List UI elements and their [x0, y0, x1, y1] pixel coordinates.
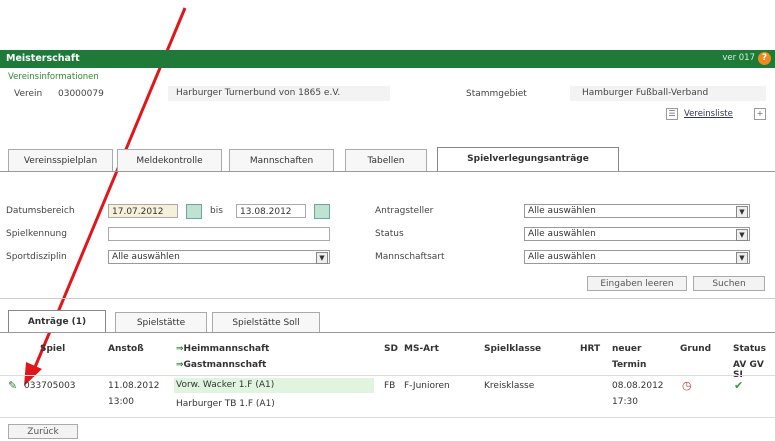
- window-title: Meisterschaft: [6, 53, 80, 64]
- bis-label: bis: [210, 206, 223, 216]
- tab-meldekontrolle[interactable]: Meldekontrolle: [117, 149, 222, 172]
- verein-label: Verein: [14, 89, 43, 99]
- chevron-down-icon[interactable]: ▼: [736, 229, 748, 241]
- verein-number: 03000079: [58, 89, 104, 99]
- spielkennung-label: Spielkennung: [6, 229, 67, 239]
- chevron-down-icon[interactable]: ▼: [736, 206, 748, 218]
- col-ms-art[interactable]: MS-Art: [404, 344, 439, 354]
- cell-heimmannschaft: Vorw. Wacker 1.F (A1): [174, 378, 374, 393]
- tab-spielstaette-soll[interactable]: Spielstätte Soll: [212, 312, 320, 333]
- antragsteller-select[interactable]: Alle auswählen ▼: [524, 204, 750, 218]
- antragsteller-value: Alle auswählen: [528, 206, 596, 216]
- window-titlebar: Meisterschaft ver 017 ?: [0, 50, 775, 68]
- col-grund[interactable]: Grund: [680, 344, 711, 354]
- header-divider: [0, 375, 775, 376]
- sportdisziplin-label: Sportdisziplin: [6, 252, 67, 262]
- status-value: Alle auswählen: [528, 229, 596, 239]
- col-anstoss[interactable]: Anstoß: [108, 344, 144, 354]
- datumsbereich-label: Datumsbereich: [6, 206, 75, 216]
- cell-spielklasse: Kreisklasse: [484, 381, 535, 391]
- table-row[interactable]: ✎ 033705003 11.08.2012 13:00 Vorw. Wacke…: [0, 377, 775, 415]
- expand-icon[interactable]: +: [754, 108, 766, 120]
- mannschaftsart-value: Alle auswählen: [528, 252, 596, 262]
- stammgebiet-value: Hamburger Fußball-Verband: [570, 86, 766, 101]
- sportdisziplin-select[interactable]: Alle auswählen ▼: [108, 250, 330, 264]
- col-gastmannschaft[interactable]: ⇒Gastmannschaft: [176, 360, 266, 370]
- mannschaftsart-label: Mannschaftsart: [375, 252, 445, 262]
- vereinsliste-link[interactable]: Vereinsliste: [684, 109, 733, 119]
- sportdisziplin-value: Alle auswählen: [112, 252, 180, 262]
- version-label: ver 017: [722, 53, 755, 63]
- search-button[interactable]: Suchen: [693, 276, 765, 291]
- edit-icon[interactable]: ✎: [8, 379, 17, 392]
- calendar-icon[interactable]: [186, 204, 202, 219]
- col-heimmannschaft[interactable]: ⇒Heimmannschaft: [176, 344, 269, 354]
- cell-neuer-time: 17:30: [612, 397, 638, 407]
- col-status[interactable]: Status: [733, 344, 766, 354]
- chevron-down-icon[interactable]: ▼: [736, 252, 748, 264]
- cell-neuer-date: 08.08.2012: [612, 381, 664, 391]
- checkmark-icon: ✔: [734, 379, 744, 392]
- filter-divider: [0, 298, 775, 299]
- tab-divider: [0, 171, 775, 172]
- col-spielklasse[interactable]: Spielklasse: [484, 344, 541, 354]
- tab-spielverlegungsantraege[interactable]: Spielverlegungsanträge: [437, 147, 619, 172]
- clock-icon: ◷: [682, 379, 692, 392]
- help-icon[interactable]: ?: [758, 52, 771, 65]
- col-termin[interactable]: Termin: [612, 360, 646, 370]
- cell-gastmannschaft: Harburger TB 1.F (A1): [176, 399, 275, 409]
- cell-anstoss-date: 11.08.2012: [108, 381, 160, 391]
- cell-anstoss-time: 13:00: [108, 397, 134, 407]
- calendar-icon[interactable]: [314, 204, 330, 219]
- chevron-down-icon[interactable]: ▼: [316, 252, 328, 264]
- date-to-input[interactable]: 13.08.2012: [236, 204, 306, 218]
- back-button[interactable]: Zurück: [8, 424, 78, 439]
- row-divider: [0, 417, 775, 418]
- col-spiel[interactable]: Spiel: [40, 344, 65, 354]
- tab-antraege[interactable]: Anträge (1): [8, 310, 106, 333]
- tab-tabellen[interactable]: Tabellen: [345, 149, 427, 172]
- antragsteller-label: Antragsteller: [375, 206, 434, 216]
- cell-ms-art: F-Junioren: [404, 381, 450, 391]
- tab-vereinsspielplan[interactable]: Vereinsspielplan: [8, 149, 113, 172]
- col-neuer[interactable]: neuer: [612, 344, 641, 354]
- date-from-input[interactable]: 17.07.2012: [108, 204, 178, 218]
- col-sd[interactable]: SD: [384, 344, 398, 354]
- spielkennung-input[interactable]: [108, 227, 330, 241]
- col-hrt[interactable]: HRT: [580, 344, 600, 354]
- tab-spielstaette[interactable]: Spielstätte: [115, 312, 207, 333]
- tab-mannschaften[interactable]: Mannschaften: [229, 149, 334, 172]
- status-label: Status: [375, 229, 404, 239]
- status-select[interactable]: Alle auswählen ▼: [524, 227, 750, 241]
- list-icon[interactable]: ☰: [666, 108, 678, 120]
- verein-name: Harburger Turnerbund von 1865 e.V.: [168, 86, 390, 101]
- mannschaftsart-select[interactable]: Alle auswählen ▼: [524, 250, 750, 264]
- cell-spiel: 033705003: [24, 381, 76, 391]
- section-vereinsinformationen: Vereinsinformationen: [8, 72, 99, 82]
- clear-button[interactable]: Eingaben leeren: [587, 276, 687, 291]
- stammgebiet-label: Stammgebiet: [466, 89, 527, 99]
- subtab-divider: [0, 332, 775, 333]
- cell-sd: FB: [384, 381, 396, 391]
